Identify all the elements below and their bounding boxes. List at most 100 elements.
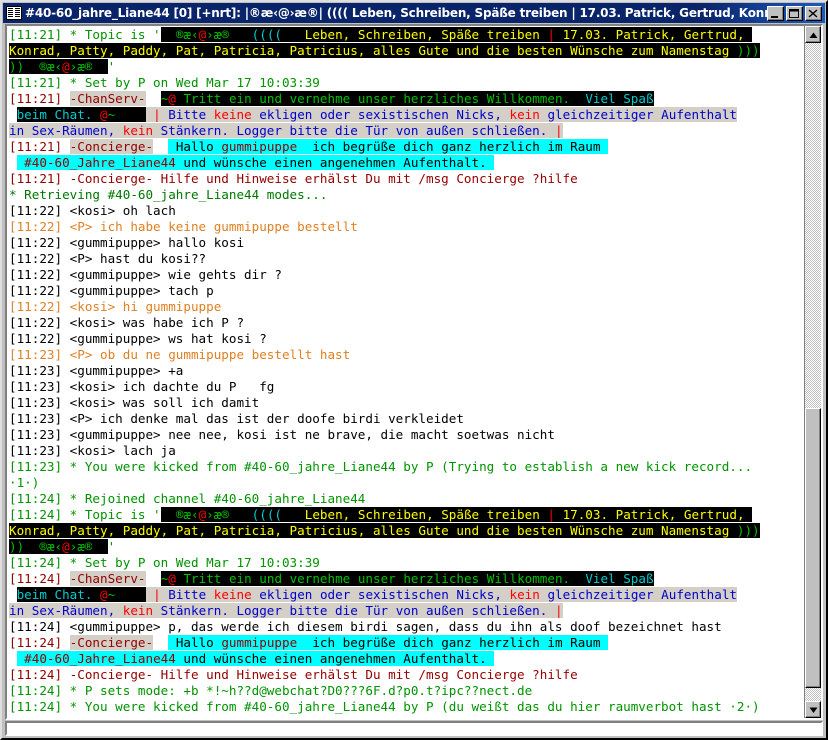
chat-text-run: )))	[736, 523, 760, 538]
chat-text-run: @	[62, 59, 70, 74]
maximize-button[interactable]	[786, 5, 803, 21]
chat-text-run: ®æ‹	[175, 507, 199, 522]
chat-text-run: [11:22] <gummipuppe> ws hat kosi ?	[9, 331, 267, 346]
chat-text-run: keine	[213, 587, 260, 602]
scroll-up-arrow-icon[interactable]	[805, 26, 821, 43]
chat-text-run	[160, 27, 176, 42]
chat-text-run: [11:22] <gummipuppe> tach p	[9, 283, 214, 298]
chat-text-run: [11:24] * Set by P on Wed Mar 17 10:03:3…	[9, 555, 320, 570]
chat-text-run: Hallo	[168, 635, 222, 650]
chat-text-run: [11:21] * Set by P on Wed Mar 17 10:03:3…	[9, 75, 320, 90]
chat-text-run: @	[100, 587, 108, 602]
chat-line: [11:22] <gummipuppe> hallo kosi	[9, 235, 804, 251]
chat-text-run: [11:24] * Rejoined channel #40-60_jahre_…	[9, 491, 366, 506]
chat-line: [11:24] * Set by P on Wed Mar 17 10:03:3…	[9, 555, 804, 571]
message-lines: [11:21] * Topic is ' ®æ‹@›æ® (((( Leben,…	[7, 26, 804, 715]
close-button[interactable]	[805, 5, 822, 21]
chat-line: beim Chat. @~ | Bitte keine ekligen oder…	[9, 587, 804, 603]
chat-text-run	[153, 635, 169, 650]
chat-line: [11:22] <gummipuppe> ws hat kosi ?	[9, 331, 804, 347]
chat-line: [11:24] -Concierge- Hallo gummipuppe ich…	[9, 635, 804, 651]
chat-text-run: Bitte	[168, 107, 214, 122]
chat-text-run	[570, 571, 586, 586]
chat-line: in Sex-Räumen, kein Stänkern. Logger bit…	[9, 603, 804, 619]
chat-text-run: |	[554, 123, 563, 138]
chat-text-run: Leben, Schreiben, Späße treiben	[304, 507, 548, 522]
chat-line: [11:21] -Concierge- Hilfe und Hinweise e…	[9, 171, 804, 187]
chat-text-run: Stänkern. Logger bitte die Tür von außen…	[160, 603, 555, 618]
chat-text-run	[115, 587, 146, 602]
chat-text-run: ®æ‹	[39, 539, 63, 554]
chat-text-run	[145, 571, 161, 586]
chat-line: [11:24] -Concierge- Hilfe und Hinweise e…	[9, 667, 804, 683]
chat-text-run: ›æ®	[69, 59, 93, 74]
chat-line: [11:23] <kosi> ich dachte du P fg	[9, 379, 804, 395]
chat-text-run: Konrad, Patty, Paddy, Pat, Patricia, Pat…	[9, 523, 737, 538]
chat-line: #40-60_Jahre_Liane44 und wünsche einen a…	[9, 651, 804, 667]
chat-text-run: [11:22] <kosi> was habe ich P ?	[9, 315, 245, 330]
chat-text-run: @	[168, 571, 176, 586]
chat-text-run: ))	[9, 539, 40, 554]
chat-text-run: ›æ®	[206, 27, 229, 42]
chat-text-run: |	[153, 107, 169, 122]
chat-text-run: 17.03. Patrick, Gertrud,	[562, 507, 753, 522]
chat-text-run: beim Chat.	[16, 107, 100, 122]
chat-text-run: ›æ®	[206, 507, 229, 522]
chat-text-run: Leben, Schreiben, Späße treiben	[304, 27, 548, 42]
chat-text-run: [11:22] <P> hast du kosi??	[9, 251, 207, 266]
minimize-button[interactable]	[767, 5, 784, 21]
scrollbar-thumb[interactable]	[805, 408, 821, 688]
chat-text-run: [11:24] * Topic is '	[9, 507, 161, 522]
chat-line: [11:23] <gummipuppe> +a	[9, 363, 804, 379]
chat-text-run: [11:22] <gummipuppe> wie gehts dir ?	[9, 267, 282, 282]
chat-line: [11:23] <P> ich denke mal das ist der do…	[9, 411, 804, 427]
chat-text-run: [11:22] <kosi> oh lach	[9, 203, 176, 218]
chat-text-run: kein	[122, 123, 161, 138]
chat-text-run	[9, 587, 17, 602]
chat-text-run: Tritt ein und vernehme unser herzliches …	[183, 571, 571, 586]
chat-text-run: #40-60_Jahre_Liane44	[16, 155, 176, 170]
chat-text-run: @	[168, 91, 176, 106]
chat-text-run	[92, 539, 108, 554]
chat-text-run: gummipuppe	[221, 139, 298, 154]
chat-text-run: Viel Spaß	[585, 571, 654, 586]
chat-text-run	[9, 651, 17, 666]
chat-text-run: kein	[122, 603, 161, 618]
chat-line: ·1·)	[9, 475, 804, 491]
chat-text-run: beim Chat.	[16, 587, 100, 602]
chat-text-run: |	[153, 587, 169, 602]
chat-line: [11:23] * You were kicked from #40-60_ja…	[9, 459, 804, 475]
chat-line: [11:23] <kosi> lach ja	[9, 443, 804, 459]
chat-text-run: [11:21] -Concierge- Hilfe und Hinweise e…	[9, 171, 578, 186]
scroll-down-arrow-icon[interactable]	[805, 701, 821, 718]
chat-text-run: ekligen oder sexistischen Nicks,	[259, 587, 510, 602]
chat-text-run: [11:24] * You were kicked from #40-60_ja…	[9, 699, 760, 714]
chat-text-run: ·1·)	[9, 475, 40, 490]
chat-line: [11:23] <gummipuppe> nee nee, kosi ist n…	[9, 427, 804, 443]
chat-text-run: [11:24]	[9, 571, 70, 586]
chat-text-run: kein	[509, 587, 548, 602]
chat-text-run: |	[547, 507, 563, 522]
chat-text-run: gummipuppe	[221, 635, 298, 650]
vertical-scrollbar[interactable]	[804, 26, 821, 718]
scrollbar-track[interactable]	[805, 43, 821, 701]
chat-text-run: [11:24] -Concierge- Hilfe und Hinweise e…	[9, 667, 578, 682]
chat-text-run: '	[107, 539, 116, 554]
chat-text-run: ((((	[228, 27, 305, 42]
chat-text-run: ((((	[228, 507, 305, 522]
chat-line: beim Chat. @~ | Bitte keine ekligen oder…	[9, 107, 804, 123]
chat-line: [11:24] * You were kicked from #40-60_ja…	[9, 699, 804, 715]
chat-text-run: @	[62, 539, 70, 554]
chat-line: )) ®æ‹@›æ® '	[9, 59, 804, 75]
chat-text-run	[9, 107, 17, 122]
chat-text-run: [11:23] <gummipuppe> nee nee, kosi ist n…	[9, 427, 555, 442]
chat-text-run	[153, 139, 169, 154]
chat-panel: [11:21] * Topic is ' ®æ‹@›æ® (((( Leben,…	[5, 24, 823, 720]
message-input[interactable]	[5, 721, 823, 736]
chat-text-run	[115, 107, 146, 122]
chat-text-run: kein	[509, 107, 548, 122]
chat-text-run: ))	[9, 59, 40, 74]
message-log[interactable]: [11:21] * Topic is ' ®æ‹@›æ® (((( Leben,…	[7, 26, 804, 718]
chat-text-run: ›æ®	[69, 539, 93, 554]
chat-line: Konrad, Patty, Paddy, Pat, Patricia, Pat…	[9, 523, 804, 539]
